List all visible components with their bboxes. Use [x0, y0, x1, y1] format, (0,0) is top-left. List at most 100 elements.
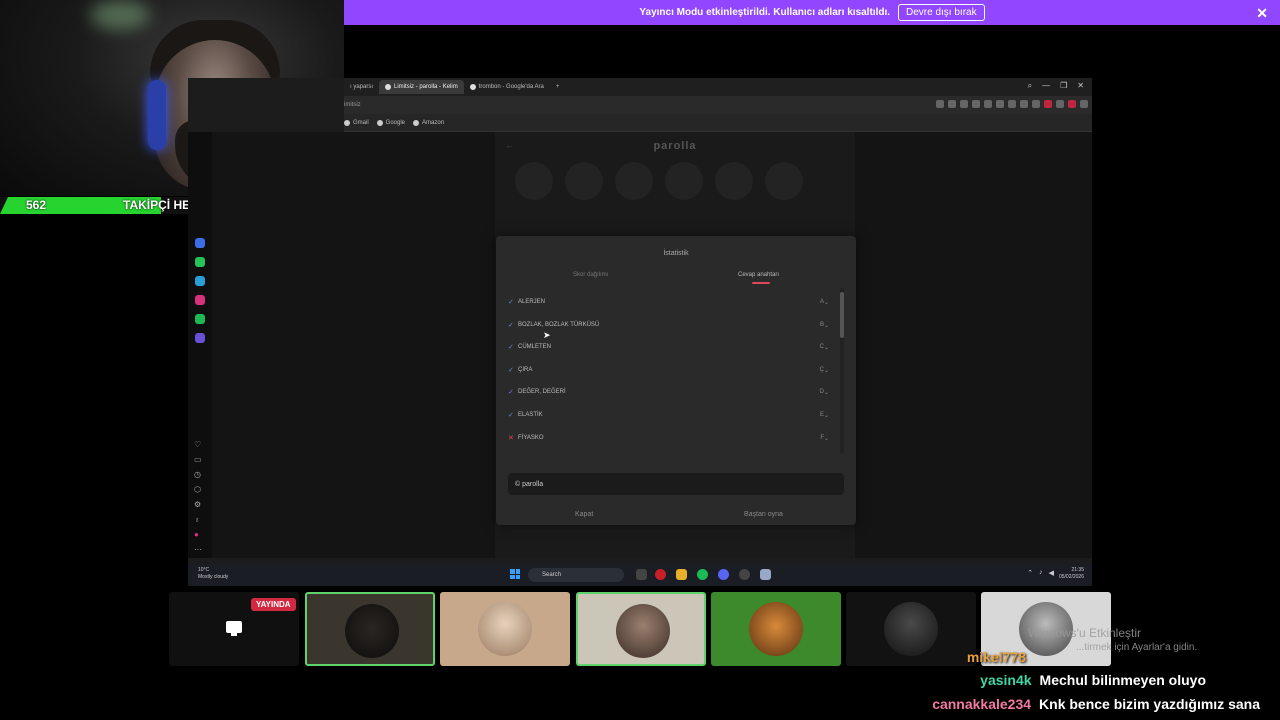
- participant-tile[interactable]: [440, 592, 570, 666]
- heart-icon[interactable]: ♡: [194, 440, 201, 449]
- address-bar[interactable]: imitsiz: [344, 96, 1092, 114]
- heart-icon[interactable]: [1008, 100, 1016, 108]
- modal-title: İstatistik: [663, 250, 689, 257]
- extension-icon[interactable]: [948, 100, 956, 108]
- bookmark-label: Google: [385, 119, 406, 126]
- statistics-modal: İstatistik Skor dağılımı Cevap anahtarı …: [496, 236, 856, 525]
- box-icon[interactable]: ⬡: [194, 485, 201, 494]
- letter-circle: [765, 162, 803, 200]
- chevron-down-icon: ⌄: [824, 389, 830, 396]
- whatsapp-icon[interactable]: [195, 257, 205, 267]
- file-explorer-icon[interactable]: [676, 569, 687, 580]
- avatar: [884, 602, 938, 656]
- history-icon[interactable]: ◷: [194, 470, 201, 479]
- credit-box: © parolla: [508, 473, 844, 495]
- extension-icon[interactable]: [1032, 100, 1040, 108]
- taskbar-clock[interactable]: 21:35 05/02/2026: [1059, 567, 1084, 581]
- bookmark-gmail[interactable]: Gmail: [344, 119, 369, 126]
- extension-icon[interactable]: [1056, 100, 1064, 108]
- browser-sidebar: ♡ ▭ ◷ ⬡ ⚙ ♁ ● ⋯: [188, 132, 212, 558]
- task-view-icon[interactable]: [636, 569, 647, 580]
- profile-icon[interactable]: [1068, 100, 1076, 108]
- disable-streamer-mode-button[interactable]: Devre dışı bırak: [898, 4, 985, 21]
- chevron-up-icon[interactable]: ⌃: [1027, 569, 1033, 577]
- avatar: [345, 604, 399, 658]
- participant-tile[interactable]: [305, 592, 435, 666]
- gmail-icon: [344, 119, 350, 126]
- chat-username: yasin4k: [980, 672, 1032, 688]
- list-item[interactable]: ✓ DEĞER, DEĞERİ D ⌄: [508, 385, 834, 399]
- chat-icon[interactable]: ▭: [194, 455, 202, 464]
- bookmark-google[interactable]: Google: [376, 119, 406, 126]
- participant-tile-screen[interactable]: YAYINDA: [169, 592, 299, 666]
- participant-tile[interactable]: [576, 592, 706, 666]
- app-icon[interactable]: [195, 333, 205, 343]
- close-button[interactable]: Kapat: [575, 511, 593, 518]
- extension-icon[interactable]: [936, 100, 944, 108]
- tab-score-distribution[interactable]: Skor dağılımı: [573, 272, 608, 278]
- banner-message: Yayıncı Modu etkinleştirildi. Kullanıcı …: [639, 7, 891, 18]
- taskbar-search[interactable]: Search: [528, 568, 624, 582]
- scrollbar-thumb[interactable]: [840, 292, 844, 338]
- list-item[interactable]: ✓ BOZLAK, BOZLAK TÜRKÜSÜ B ⌄: [508, 318, 834, 332]
- microphone-icon[interactable]: ♪: [1039, 569, 1043, 577]
- extension-icon[interactable]: [1044, 100, 1052, 108]
- browser-tab-bar: ı yaparsı Limitsiz - parolla - Kelim tro…: [344, 78, 1092, 96]
- instagram-icon[interactable]: [195, 295, 205, 305]
- search-icon[interactable]: ⌕: [1028, 81, 1032, 91]
- close-window-icon[interactable]: ✕: [1077, 81, 1084, 91]
- discord-icon[interactable]: [718, 569, 729, 580]
- browser-tab[interactable]: trombon - Google'da Ara: [464, 80, 550, 94]
- list-scrollbar[interactable]: [840, 288, 844, 454]
- mouse-cursor-icon: ➤: [543, 330, 551, 340]
- list-item[interactable]: ✓ ALERJEN A ⌄: [508, 295, 834, 309]
- answer-word: ALERJEN: [518, 299, 546, 305]
- play-icon[interactable]: [984, 100, 992, 108]
- browser-tab-active[interactable]: Limitsiz - parolla - Kelim: [379, 80, 464, 94]
- clock-time: 21:35: [1071, 567, 1084, 573]
- list-item[interactable]: ✓ ÇIRA Ç ⌄: [508, 363, 834, 377]
- bulb-icon[interactable]: ♁: [194, 515, 200, 524]
- spotify-icon[interactable]: [697, 569, 708, 580]
- settings-icon[interactable]: [1080, 100, 1088, 108]
- spotify-icon[interactable]: [195, 314, 205, 324]
- minimize-icon[interactable]: —: [1042, 81, 1050, 91]
- telegram-icon[interactable]: [195, 276, 205, 286]
- download-icon[interactable]: [996, 100, 1004, 108]
- participant-tile[interactable]: [846, 592, 976, 666]
- list-item[interactable]: ✓ CÜMLETEN C ⌄: [508, 340, 834, 354]
- new-tab-button[interactable]: +: [550, 80, 566, 94]
- extension-icon[interactable]: [960, 100, 968, 108]
- browser-tab[interactable]: ı yaparsı: [344, 80, 379, 94]
- app-icon[interactable]: [739, 569, 750, 580]
- favicon-icon: [385, 84, 392, 90]
- restart-button[interactable]: Baştan oyna: [744, 511, 783, 518]
- menu-icon[interactable]: [1020, 100, 1028, 108]
- settings-icon[interactable]: ⚙: [194, 500, 201, 509]
- list-item[interactable]: ✕ FİYASKO F ⌄: [508, 431, 834, 445]
- app-icon[interactable]: ●: [194, 530, 199, 539]
- bookmarks-bar: Gmail Google Amazon: [344, 114, 1092, 132]
- tab-answer-key[interactable]: Cevap anahtarı: [738, 272, 779, 278]
- messenger-icon[interactable]: [195, 238, 205, 248]
- weather-widget[interactable]: 10°C Mostly cloudy: [198, 567, 228, 581]
- answer-word: DEĞER, DEĞERİ: [518, 389, 566, 395]
- answer-letter: F: [820, 435, 824, 441]
- list-item[interactable]: ✓ ELASTİK E ⌄: [508, 408, 834, 422]
- bookmark-amazon[interactable]: Amazon: [413, 119, 444, 126]
- restore-icon[interactable]: ❐: [1060, 81, 1067, 91]
- google-icon: [469, 84, 476, 90]
- check-icon: ✓: [508, 367, 514, 374]
- close-icon[interactable]: ✕: [1256, 5, 1268, 22]
- extension-toolbar: [936, 100, 1088, 108]
- windows-start-icon[interactable]: [510, 569, 520, 579]
- extension-icon[interactable]: [972, 100, 980, 108]
- weather-temp: 10°C: [198, 567, 210, 573]
- background-light: [90, 0, 150, 30]
- participant-tile[interactable]: [711, 592, 841, 666]
- volume-icon[interactable]: ◀: [1049, 569, 1054, 577]
- more-icon[interactable]: ⋯: [194, 545, 202, 554]
- opera-icon[interactable]: [655, 569, 666, 580]
- activation-watermark-title: Windows'u Etkinleştir: [1028, 626, 1141, 640]
- app-icon[interactable]: [760, 569, 771, 580]
